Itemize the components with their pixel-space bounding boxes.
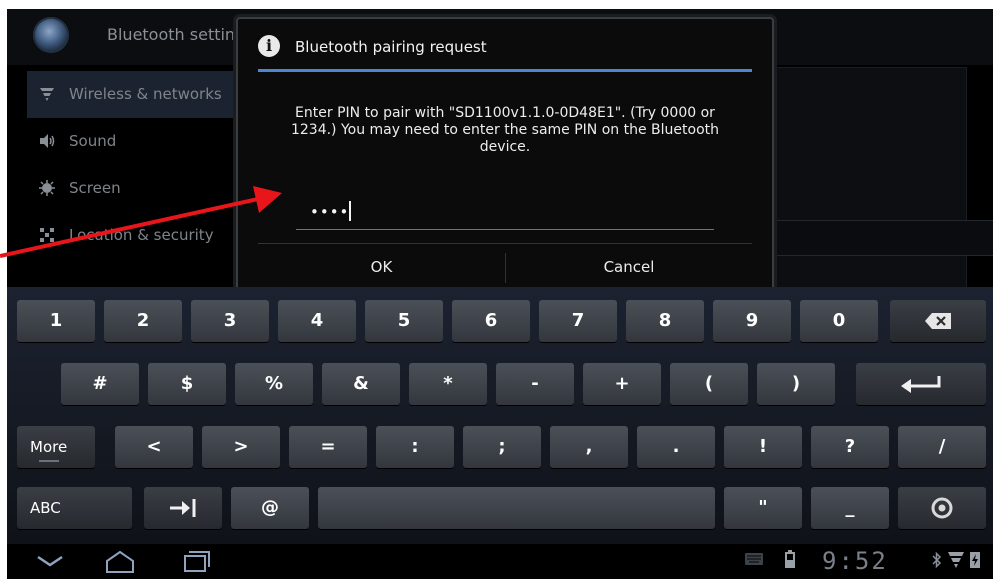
settings-item-sound[interactable]: Sound (27, 118, 237, 165)
key-period[interactable]: . (637, 426, 715, 468)
settings-item-location[interactable]: Location & security (27, 212, 237, 259)
ok-button[interactable]: OK (258, 245, 505, 289)
tab-icon (170, 499, 196, 517)
brightness-icon (39, 180, 55, 196)
location-icon (39, 227, 55, 243)
more-key[interactable]: More (17, 426, 95, 468)
key-5[interactable]: 5 (365, 300, 443, 342)
tablet-screen: Bluetooth setting Wireless & networks So… (7, 9, 993, 579)
key-dollar[interactable]: $ (148, 363, 226, 405)
bluetooth-icon (932, 551, 942, 569)
key-3[interactable]: 3 (191, 300, 269, 342)
clock[interactable]: 9:52 (822, 547, 888, 575)
home-icon[interactable] (105, 548, 135, 574)
tab-key[interactable] (144, 487, 222, 529)
more-key-indicator (39, 460, 59, 462)
key-semicolon[interactable]: ; (463, 426, 541, 468)
back-icon[interactable] (35, 548, 65, 574)
soft-keyboard: 1 2 3 4 5 6 7 8 9 0 # $ % & * - + ( ) Mo… (7, 287, 993, 544)
key-comma[interactable]: , (550, 426, 628, 468)
charging-icon (970, 552, 980, 568)
key-1[interactable]: 1 (17, 300, 95, 342)
wifi-icon (39, 86, 55, 102)
key-asterisk[interactable]: * (409, 363, 487, 405)
cancel-button[interactable]: Cancel (506, 245, 752, 289)
keyboard-icon[interactable] (745, 553, 763, 565)
space-key[interactable] (318, 487, 715, 529)
settings-detail-row (746, 220, 993, 256)
key-hash[interactable]: # (61, 363, 139, 405)
key-9[interactable]: 9 (713, 300, 791, 342)
key-right-paren[interactable]: ) (757, 363, 835, 405)
system-bar: 9:52 (7, 544, 993, 579)
key-left-paren[interactable]: ( (670, 363, 748, 405)
key-percent[interactable]: % (235, 363, 313, 405)
key-equals[interactable]: = (289, 426, 367, 468)
key-ampersand[interactable]: & (322, 363, 400, 405)
voice-settings-icon (931, 497, 953, 519)
pin-input-value: •••• (310, 203, 350, 221)
settings-item-label: Sound (69, 132, 117, 150)
key-slash[interactable]: / (898, 426, 986, 468)
recent-apps-icon[interactable] (181, 548, 211, 574)
bluetooth-pairing-dialog: i Bluetooth pairing request Enter PIN to… (236, 17, 774, 293)
dialog-button-divider (258, 243, 752, 244)
key-8[interactable]: 8 (626, 300, 704, 342)
speaker-icon (39, 133, 55, 149)
dialog-message: Enter PIN to pair with "SD1100v1.1.0-0D4… (290, 105, 720, 155)
key-exclamation[interactable]: ! (724, 426, 802, 468)
abc-key[interactable]: ABC (17, 487, 132, 529)
backspace-key[interactable] (890, 300, 986, 342)
app-title: Bluetooth setting (107, 25, 246, 44)
key-2[interactable]: 2 (104, 300, 182, 342)
key-quote[interactable]: " (724, 487, 802, 529)
key-greater-than[interactable]: > (202, 426, 280, 468)
key-at[interactable]: @ (231, 487, 309, 529)
dialog-title: Bluetooth pairing request (295, 38, 487, 56)
key-colon[interactable]: : (376, 426, 454, 468)
voice-settings-key[interactable] (898, 487, 986, 529)
key-question[interactable]: ? (811, 426, 889, 468)
settings-item-label: Location & security (69, 226, 214, 244)
settings-item-label: Screen (69, 179, 121, 197)
key-minus[interactable]: - (496, 363, 574, 405)
key-plus[interactable]: + (583, 363, 661, 405)
key-6[interactable]: 6 (452, 300, 530, 342)
settings-item-screen[interactable]: Screen (27, 165, 237, 212)
key-less-than[interactable]: < (115, 426, 193, 468)
enter-icon (901, 376, 941, 393)
dialog-title-divider (258, 69, 752, 72)
settings-app-icon[interactable] (33, 17, 69, 53)
signal-icon (948, 552, 964, 568)
battery-icon (785, 550, 795, 568)
info-icon: i (258, 35, 280, 57)
pin-input[interactable]: •••• (296, 197, 714, 230)
backspace-icon (925, 313, 951, 329)
settings-item-label: Wireless & networks (69, 85, 222, 103)
text-cursor (349, 201, 351, 221)
key-0[interactable]: 0 (800, 300, 878, 342)
key-underscore[interactable]: _ (811, 487, 889, 529)
key-4[interactable]: 4 (278, 300, 356, 342)
enter-key[interactable] (856, 363, 986, 405)
key-7[interactable]: 7 (539, 300, 617, 342)
settings-list: Wireless & networks Sound Screen Locatio… (27, 71, 237, 259)
settings-item-wireless[interactable]: Wireless & networks (27, 71, 237, 118)
more-key-label: More (30, 438, 68, 456)
